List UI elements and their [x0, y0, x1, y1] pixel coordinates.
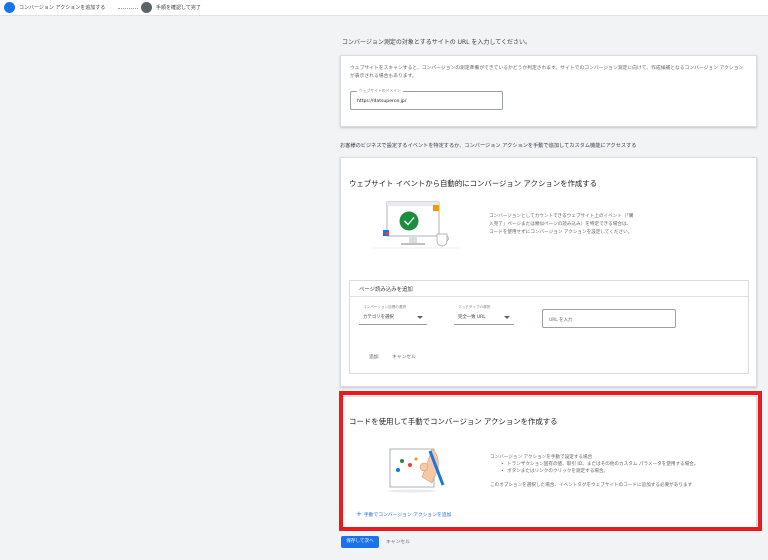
- select-label: マッチタイプの選択: [458, 305, 491, 309]
- step-add-conversion[interactable]: コンバージョン アクションを追加する: [4, 2, 105, 13]
- auto-create-card: ウェブサイト イベントから自動的にコンバージョン アクションを作成する コンバー…: [340, 157, 757, 387]
- website-domain-field[interactable]: ウェブサイトのドメイン https://datsuperce.jp/: [350, 88, 503, 110]
- select-value: カテゴリを選択: [363, 315, 394, 320]
- stepper-bar: コンバージョン アクションを追加する 手順を確認して完了: [0, 0, 768, 16]
- auto-card-description: コンバージョンとしてカウントできるウェブサイト上のイベント（「購入完了」ページま…: [489, 214, 634, 235]
- cancel-button[interactable]: キャンセル: [392, 353, 416, 360]
- select-label: コンバージョン目標の選択: [363, 305, 407, 309]
- footer-cancel-button[interactable]: キャンセル: [386, 538, 410, 545]
- events-section-title: お客様のビジネスで設定するイベントを特定するか、コンバージョン アクションを手動…: [340, 143, 637, 149]
- step-review[interactable]: 手順を確認して完了: [141, 2, 201, 13]
- page-load-title: ページ読み込みを追加: [350, 281, 748, 297]
- step-active-dot-icon: [4, 2, 15, 13]
- caret-down-icon: [504, 316, 510, 319]
- step-label: コンバージョン アクションを追加する: [19, 5, 106, 11]
- card-title: ウェブサイト イベントから自動的にコンバージョン アクションを作成する: [349, 179, 598, 188]
- url-card-description: ウェブサイトをスキャンすると、コンバージョンの測定準備ができているかどうか判定さ…: [350, 66, 744, 79]
- field-label: ウェブサイトのドメイン: [357, 88, 403, 94]
- add-button[interactable]: 追加: [369, 353, 379, 360]
- page-url-input[interactable]: URL を入力: [542, 309, 676, 328]
- page-load-panel: ページ読み込みを追加 コンバージョン目標の選択 カテゴリを選択 マッチタイプの選…: [349, 280, 749, 374]
- select-value: 完全一致 URL: [458, 315, 486, 320]
- step-label: 手順を確認して完了: [156, 5, 201, 11]
- website-monitor-illustration: [373, 201, 459, 249]
- goal-category-select[interactable]: コンバージョン目標の選択 カテゴリを選択: [359, 305, 427, 325]
- website-domain-value[interactable]: https://datsuperce.jp/: [357, 99, 406, 104]
- match-type-select[interactable]: マッチタイプの選択 完全一致 URL: [454, 305, 514, 325]
- url-section-title: コンバージョン測定の対象とするサイトの URL を入力してください。: [342, 39, 532, 46]
- stepper-connector: [118, 8, 138, 9]
- save-and-continue-button[interactable]: 保存して次へ: [341, 536, 379, 548]
- step-inactive-dot-icon: [141, 2, 152, 13]
- caret-down-icon: [417, 316, 423, 319]
- url-card: ウェブサイトをスキャンすると、コンバージョンの測定準備ができているかどうか判定さ…: [340, 55, 757, 127]
- url-input-placeholder: URL を入力: [549, 318, 573, 323]
- highlight-frame: [339, 391, 762, 531]
